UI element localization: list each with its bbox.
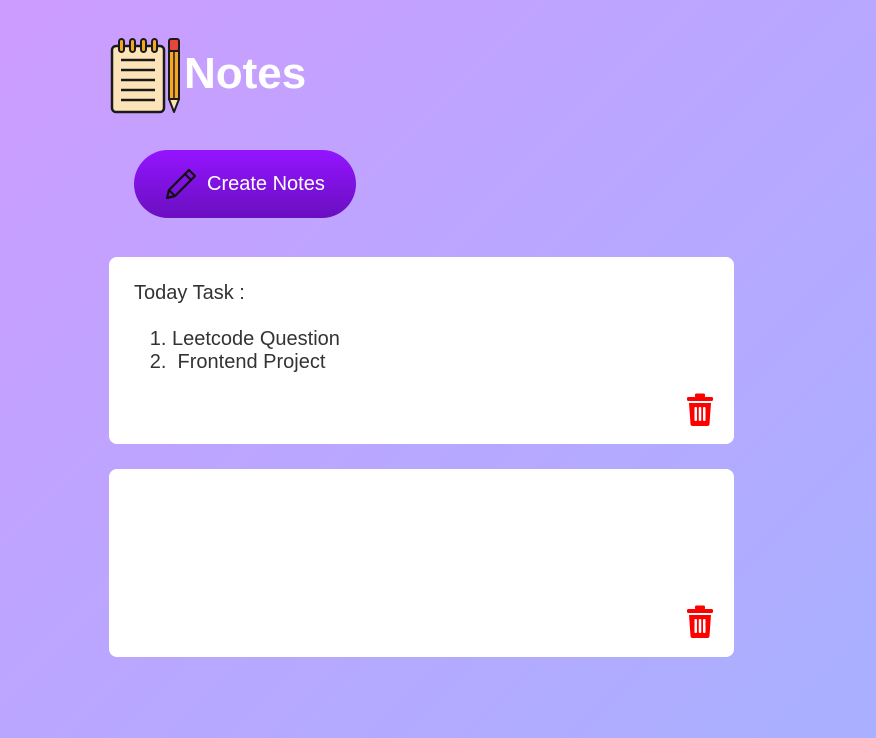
list-item: Frontend Project: [172, 351, 674, 374]
note-content[interactable]: Today Task : Leetcode Question Frontend …: [134, 282, 674, 374]
trash-icon[interactable]: [687, 605, 713, 638]
page-title: Notes: [184, 49, 307, 98]
note-heading: Today Task :: [134, 282, 245, 304]
note-card[interactable]: Today Task : Leetcode Question Frontend …: [109, 257, 734, 444]
notepad-pencil-icon: [110, 38, 180, 114]
trash-icon[interactable]: [687, 393, 713, 426]
note-content[interactable]: [134, 494, 674, 517]
note-card[interactable]: [109, 469, 734, 657]
create-notes-button[interactable]: Create Notes: [134, 150, 356, 218]
note-list: Leetcode Question Frontend Project: [134, 328, 674, 374]
app-header: Notes: [110, 36, 306, 114]
list-item: Leetcode Question: [172, 328, 674, 351]
pencil-icon: [165, 168, 197, 200]
create-notes-label: Create Notes: [207, 172, 325, 195]
